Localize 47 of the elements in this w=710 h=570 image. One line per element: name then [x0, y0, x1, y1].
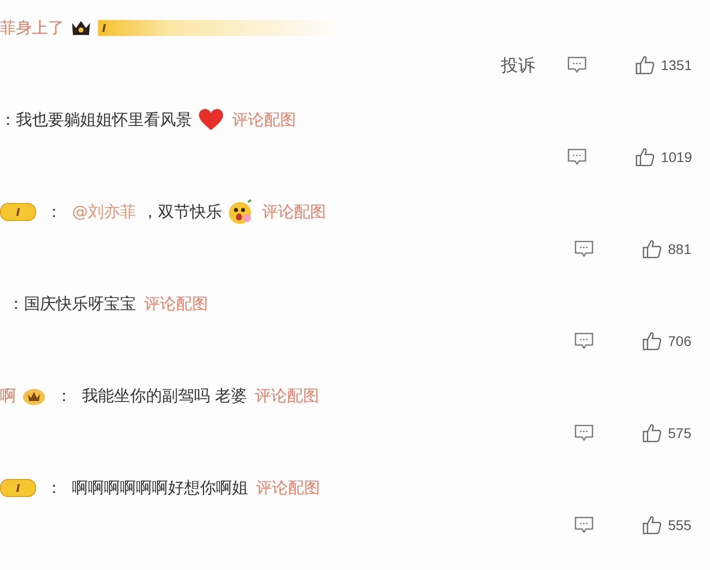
crown-badge-icon	[22, 386, 46, 406]
like-button[interactable]: 706	[642, 331, 692, 351]
comment-text: 我能坐你的副驾吗 老婆	[82, 386, 248, 406]
like-button[interactable]: 575	[642, 423, 692, 443]
username[interactable]: 啊	[0, 386, 16, 406]
colon-text: ：	[45, 478, 63, 498]
comment-text: ，双节快乐	[142, 202, 222, 222]
comment-icon	[574, 332, 594, 350]
comment-button[interactable]	[574, 516, 594, 534]
like-button[interactable]: 555	[642, 515, 692, 535]
comment-image-link[interactable]: 评论配图	[262, 202, 326, 222]
mention-link[interactable]: @刘亦菲	[72, 202, 136, 222]
comment-image-link[interactable]: 评论配图	[144, 294, 208, 314]
colon-text: ：	[45, 202, 63, 222]
comment-icon	[574, 516, 594, 534]
comment-button[interactable]	[566, 148, 587, 166]
comment-icon	[574, 424, 594, 442]
comment-button[interactable]	[574, 240, 594, 258]
thumbs-up-icon	[642, 423, 662, 443]
like-button[interactable]: 1019	[634, 147, 692, 167]
comment-icon	[574, 240, 594, 258]
level-badge: I	[0, 479, 36, 497]
comment-image-link[interactable]: 评论配图	[256, 478, 320, 498]
like-button[interactable]: 1351	[634, 55, 692, 75]
report-link[interactable]: 投诉	[500, 54, 535, 76]
comment-icon	[566, 56, 587, 74]
crown-icon	[70, 19, 92, 37]
comment-text: ：国庆快乐呀宝宝	[8, 294, 136, 314]
comment-button[interactable]	[574, 332, 594, 350]
comment-button[interactable]	[574, 424, 594, 442]
comment-image-link[interactable]: 评论配图	[255, 386, 320, 406]
comment-text: 啊啊啊啊啊啊好想你啊姐	[72, 478, 248, 498]
thumbs-up-icon	[642, 515, 662, 535]
level-badge: I	[0, 203, 36, 221]
username[interactable]: 菲身上了	[0, 18, 64, 38]
comment-icon	[566, 148, 587, 166]
comment-image-link[interactable]: 评论配图	[232, 110, 296, 130]
emoji-face-icon	[228, 199, 254, 225]
comment-text: ：我也要躺姐姐怀里看风景	[0, 110, 192, 130]
thumbs-up-icon	[642, 331, 662, 351]
colon-text: ：	[55, 386, 73, 406]
comment-button[interactable]	[566, 56, 587, 74]
heart-icon	[198, 108, 224, 132]
thumbs-up-icon	[634, 55, 655, 75]
like-button[interactable]: 881	[642, 239, 692, 259]
thumbs-up-icon	[634, 147, 655, 167]
thumbs-up-icon	[642, 239, 662, 259]
